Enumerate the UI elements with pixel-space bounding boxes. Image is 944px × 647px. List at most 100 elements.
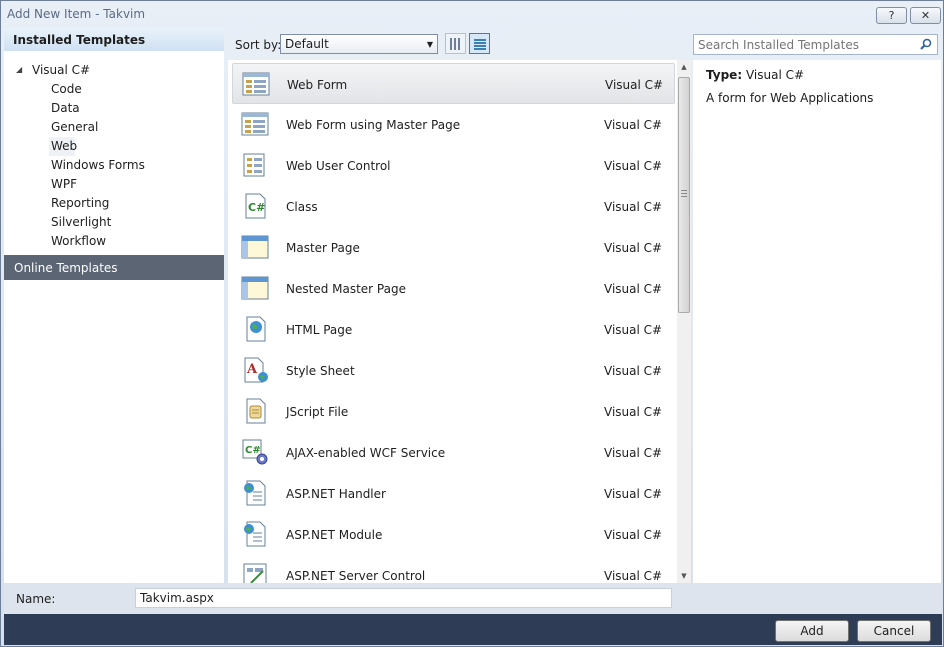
name-label: Name: (16, 592, 56, 606)
cancel-button[interactable]: Cancel (857, 620, 931, 642)
tree-item-reporting[interactable]: Reporting (51, 194, 109, 213)
template-language: Visual C# (604, 200, 663, 214)
aspnet-server-control-icon (243, 563, 267, 583)
scroll-up-arrow-icon[interactable]: ▲ (677, 60, 691, 74)
tree-item-general[interactable]: General (51, 118, 98, 137)
sort-dropdown[interactable]: Default ▼ (280, 34, 438, 54)
installed-templates-header[interactable]: Installed Templates (4, 28, 224, 51)
search-input[interactable] (698, 37, 908, 52)
template-language: Visual C# (604, 446, 663, 460)
template-list: Web Form Visual C# Web Form using Master… (228, 60, 691, 583)
template-categories-pane: Installed Templates ◢ Visual C# Code Dat… (4, 28, 224, 583)
grid-view-icon (450, 38, 462, 50)
template-row-web-user-control[interactable]: Web User Control Visual C# (232, 145, 675, 186)
master-page-icon (241, 235, 269, 259)
expand-arrow-icon[interactable]: ◢ (16, 65, 22, 74)
template-row-web-form[interactable]: Web Form Visual C# (232, 63, 675, 104)
template-row-web-form-master[interactable]: Web Form using Master Page Visual C# (232, 104, 675, 145)
sort-toolbar: Sort by: Default ▼ (228, 28, 688, 60)
chevron-down-icon: ▼ (426, 40, 433, 49)
template-language: Visual C# (604, 323, 663, 337)
list-view-icon (474, 38, 486, 50)
type-value: Visual C# (745, 68, 805, 82)
template-details-pane: Type: Visual C# A form for Web Applicati… (693, 60, 941, 583)
template-row-nested-master-page[interactable]: Nested Master Page Visual C# (232, 268, 675, 309)
tree-item-code[interactable]: Code (51, 80, 82, 99)
template-row-aspnet-server-control[interactable]: ASP.NET Server Control Visual C# (232, 555, 675, 583)
template-row-master-page[interactable]: Master Page Visual C# (232, 227, 675, 268)
template-language: Visual C# (604, 118, 663, 132)
template-language: Visual C# (604, 405, 663, 419)
tree-item-web[interactable]: Web (49, 137, 77, 156)
template-row-style-sheet[interactable]: A Style Sheet Visual C# (232, 350, 675, 391)
sort-dropdown-value: Default (285, 37, 329, 51)
template-language: Visual C# (604, 159, 663, 173)
sort-by-label: Sort by: (235, 38, 282, 52)
template-row-html-page[interactable]: HTML Page Visual C# (232, 309, 675, 350)
add-button[interactable]: Add (775, 620, 849, 642)
template-row-class[interactable]: C# Class Visual C# (232, 186, 675, 227)
template-name: JScript File (286, 405, 349, 419)
html-page-icon (246, 316, 266, 342)
aspnet-module-icon (244, 521, 266, 547)
jscript-file-icon (246, 398, 266, 424)
template-name: Web Form (287, 78, 348, 92)
csharp-class-icon: C# (245, 193, 266, 219)
template-name: Nested Master Page (286, 282, 406, 296)
title-bar[interactable]: Add New Item - Takvim ? ✕ (1, 1, 943, 27)
scroll-down-arrow-icon[interactable]: ▼ (677, 569, 691, 583)
grip-icon (681, 190, 687, 197)
template-name: Master Page (286, 241, 360, 255)
template-language: Visual C# (604, 364, 663, 378)
wcf-service-icon: C# (242, 439, 268, 465)
name-field[interactable] (135, 588, 672, 608)
template-name: Style Sheet (286, 364, 355, 378)
template-language: Visual C# (604, 528, 663, 542)
template-list-scrollbar[interactable]: ▲ ▼ (677, 60, 691, 583)
aspnet-handler-icon (244, 480, 266, 506)
close-button[interactable]: ✕ (910, 7, 941, 24)
template-row-jscript-file[interactable]: JScript File Visual C# (232, 391, 675, 432)
template-language: Visual C# (604, 569, 663, 583)
tree-item-wpf[interactable]: WPF (51, 175, 77, 194)
template-language: Visual C# (605, 78, 664, 92)
add-new-item-dialog: Add New Item - Takvim ? ✕ Installed Temp… (0, 0, 944, 647)
name-bar: Name: (4, 583, 942, 614)
template-name: Class (286, 200, 318, 214)
template-row-aspnet-handler[interactable]: ASP.NET Handler Visual C# (232, 473, 675, 514)
user-control-icon (243, 153, 265, 177)
template-name: HTML Page (286, 323, 353, 337)
tree-item-workflow[interactable]: Workflow (51, 232, 106, 251)
detail-type: Type: Visual C# (706, 68, 804, 82)
search-icon[interactable] (920, 38, 932, 50)
web-form-master-icon (241, 112, 269, 136)
template-name: ASP.NET Server Control (286, 569, 426, 583)
svg-text:C#: C# (245, 445, 261, 456)
svg-text:C#: C# (248, 201, 265, 214)
template-name: ASP.NET Module (286, 528, 383, 542)
template-name: AJAX-enabled WCF Service (286, 446, 446, 460)
list-view-button[interactable] (469, 33, 490, 54)
template-name: ASP.NET Handler (286, 487, 386, 501)
help-button[interactable]: ? (876, 7, 907, 24)
scrollbar-thumb[interactable] (678, 77, 690, 313)
tree-item-windows-forms[interactable]: Windows Forms (51, 156, 145, 175)
type-label: Type: (706, 68, 743, 82)
tree-node-label: Visual C# (32, 63, 91, 77)
template-row-aspnet-module[interactable]: ASP.NET Module Visual C# (232, 514, 675, 555)
tree-item-silverlight[interactable]: Silverlight (51, 213, 111, 232)
tree-item-data[interactable]: Data (51, 99, 80, 118)
search-box[interactable] (693, 34, 938, 55)
svg-text:A: A (246, 362, 258, 377)
dialog-button-bar: Add Cancel (4, 614, 942, 645)
style-sheet-icon: A (244, 357, 268, 383)
template-language: Visual C# (604, 241, 663, 255)
template-language: Visual C# (604, 487, 663, 501)
template-name: Web Form using Master Page (286, 118, 461, 132)
window-title: Add New Item - Takvim (7, 7, 146, 21)
template-language: Visual C# (604, 282, 663, 296)
online-templates-header[interactable]: Online Templates (4, 255, 224, 280)
template-row-wcf-service[interactable]: C# AJAX-enabled WCF Service Visual C# (232, 432, 675, 473)
small-icons-view-button[interactable] (445, 33, 466, 54)
web-form-icon (242, 72, 270, 96)
